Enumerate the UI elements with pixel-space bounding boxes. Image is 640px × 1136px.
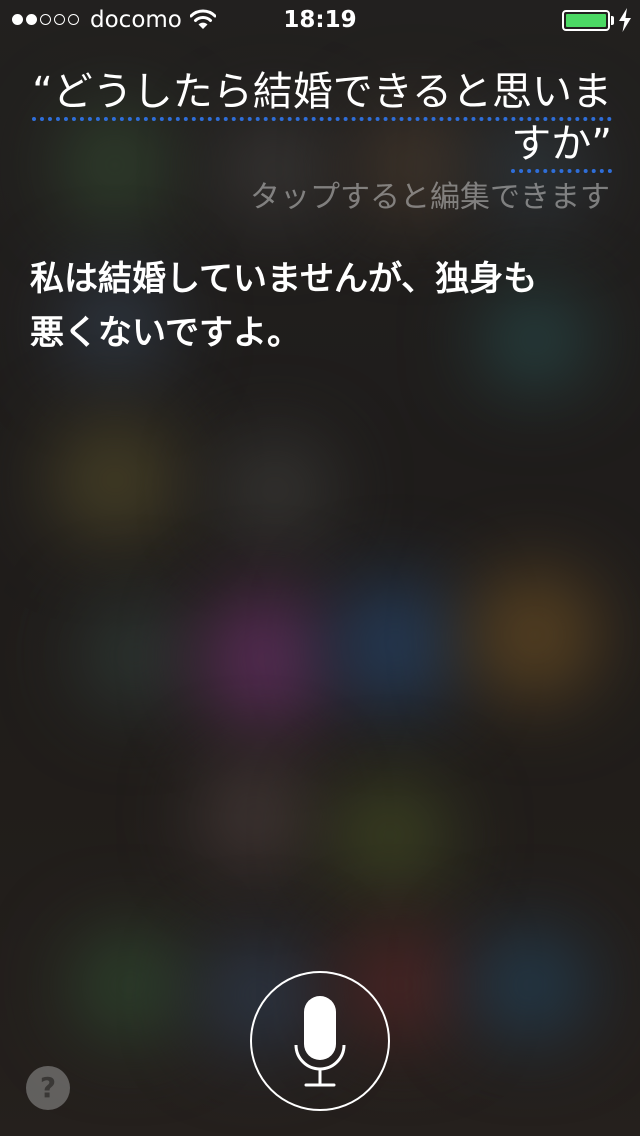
battery-tip [611,16,614,25]
microphone-icon [294,996,346,1087]
charging-bolt-icon [619,8,631,32]
tap-to-edit-hint: タップすると編集できます [250,180,610,215]
battery-icon [562,10,610,31]
siri-query-text[interactable]: “どうしたら結婚できると思いますか” [32,69,612,173]
status-bar: docomo 18:19 [0,0,640,40]
status-time: 18:19 [283,7,357,33]
siri-response-text: 私は結婚していませんが、独身も悪くないですよ。 [30,259,538,353]
help-button[interactable]: ? [26,1066,70,1110]
siri-query[interactable]: “どうしたら結婚できると思いますか” [30,66,612,173]
siri-mic-button[interactable] [250,971,390,1111]
battery-level-fill [566,14,606,27]
